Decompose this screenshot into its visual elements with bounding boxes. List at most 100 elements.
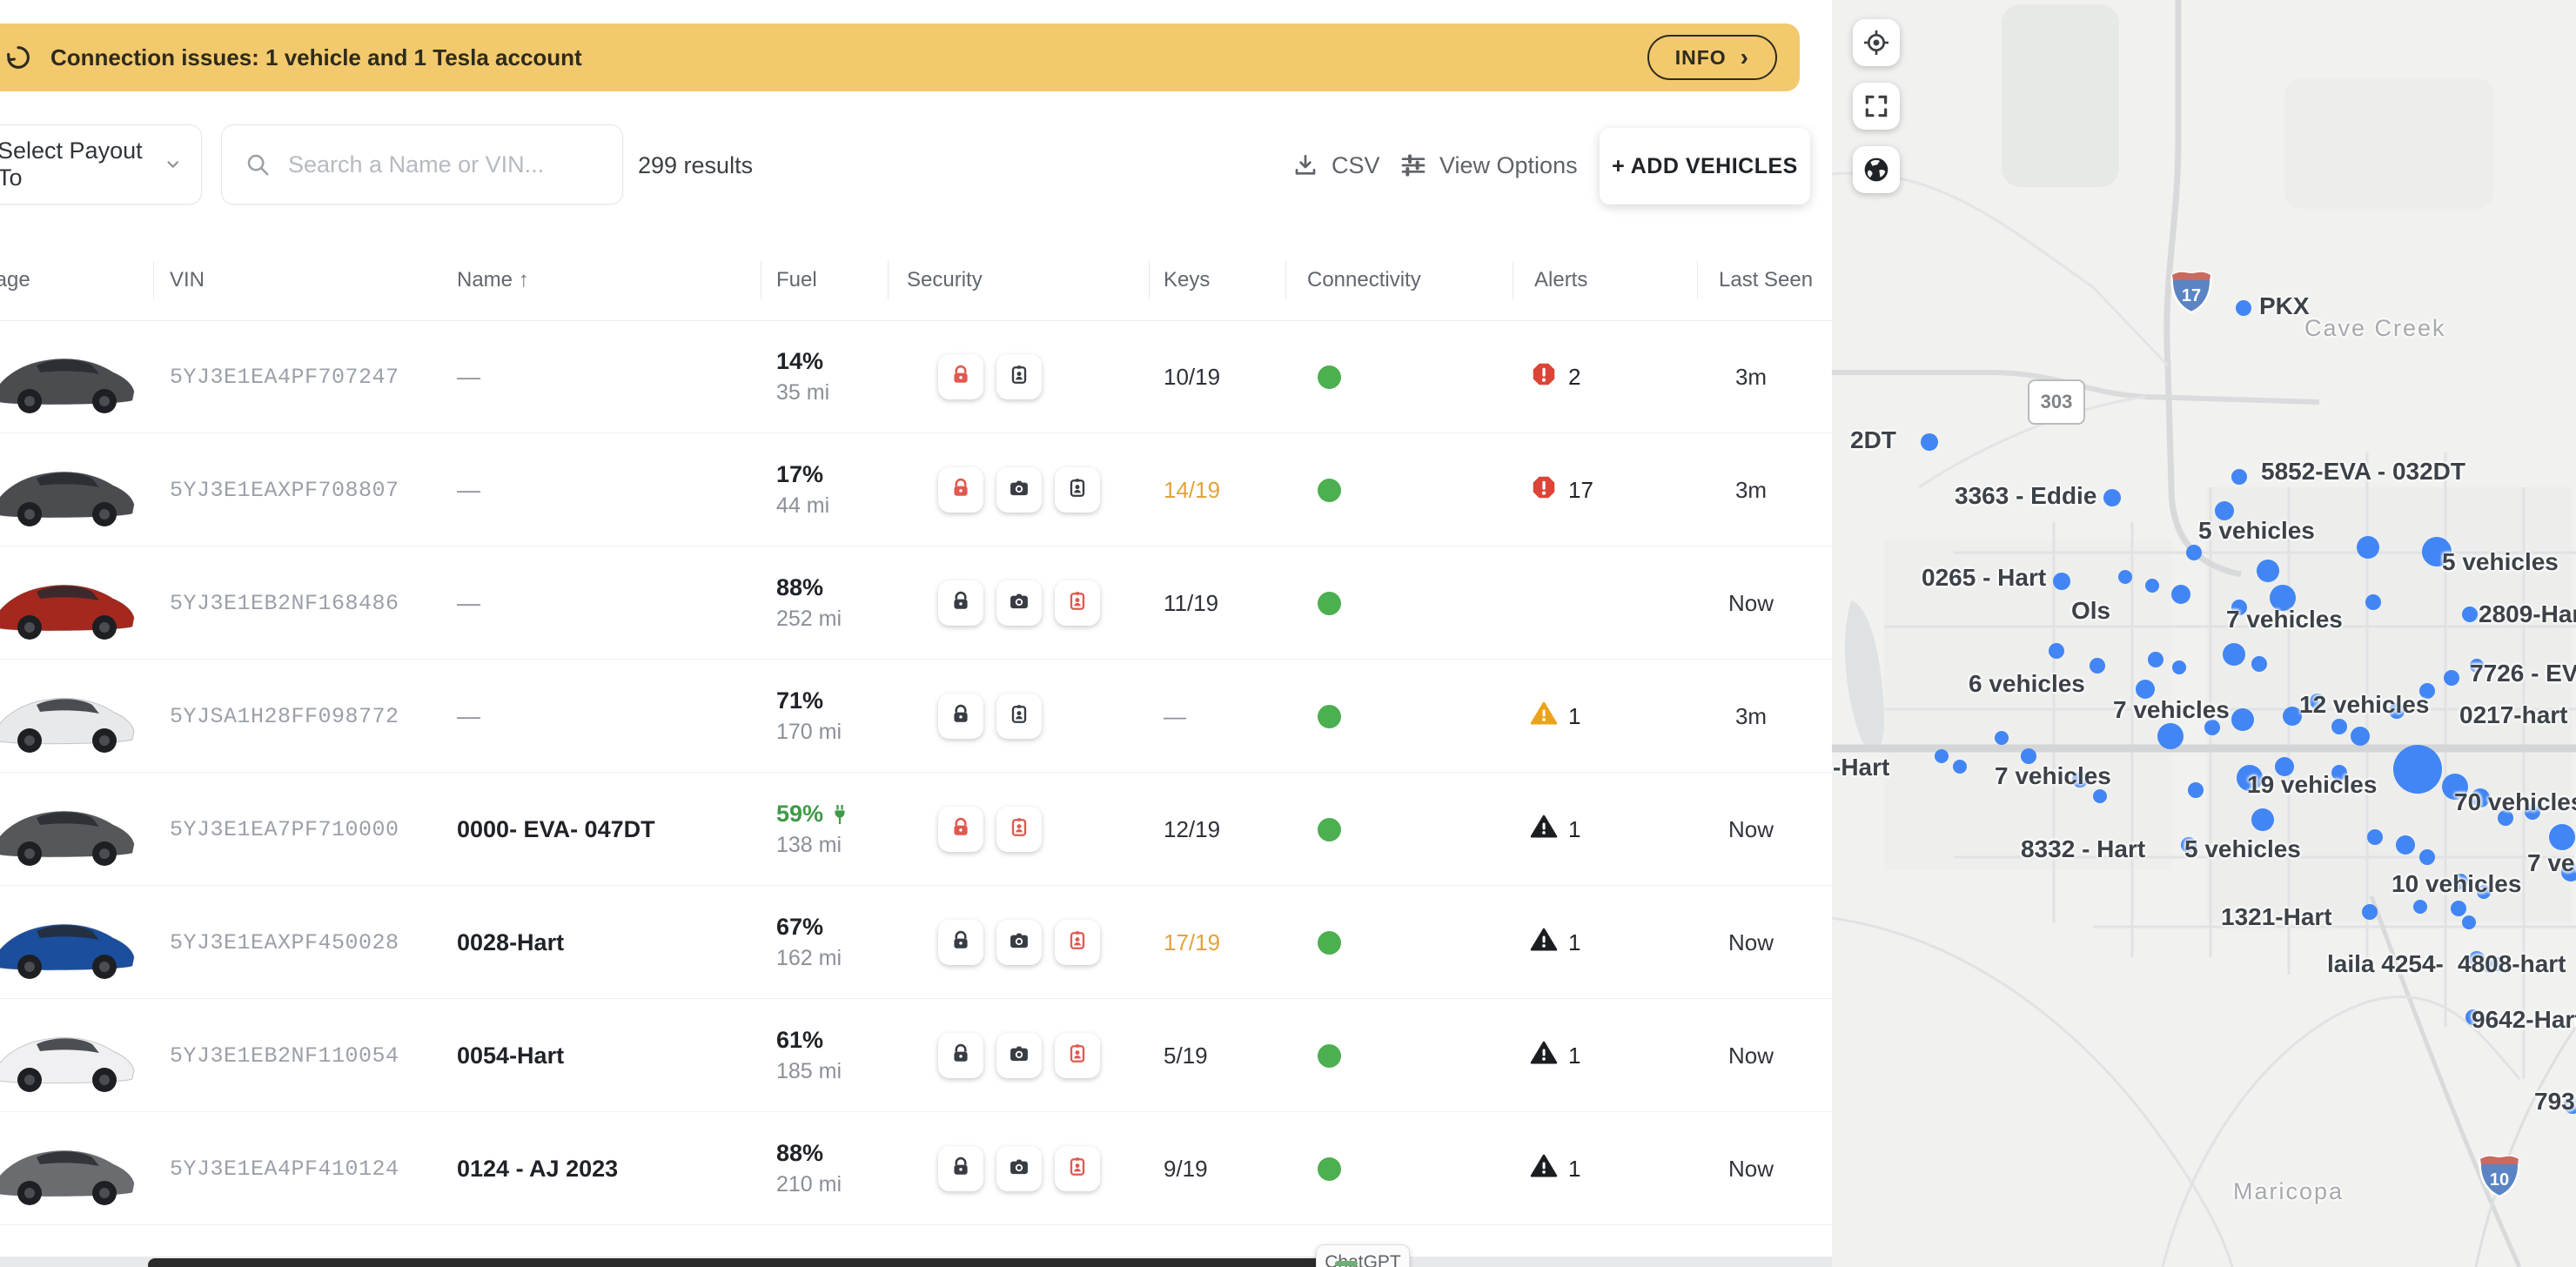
vehicle-thumbnail[interactable] [0, 320, 146, 433]
vehicle-location-dot[interactable] [2362, 904, 2378, 920]
table-row[interactable]: 5YJ3E1EAXPF450028 0028-Hart 67% 162 mi 1… [0, 886, 1832, 999]
vehicle-name[interactable]: 0054-Hart [457, 999, 564, 1112]
vehicle-location-dot[interactable] [2462, 607, 2478, 622]
vehicle-location-dot[interactable] [2223, 643, 2245, 666]
camera-dark-chip[interactable] [996, 1146, 1042, 1191]
vehicle-location-dot[interactable] [2148, 652, 2163, 667]
map-cluster-label[interactable]: 10 vehicles [2392, 870, 2521, 898]
map-vehicle-label[interactable]: 7930 [2534, 1088, 2576, 1116]
table-row[interactable]: 5YJSA1H28FF098772 — 71% 170 mi — 1 3m [0, 660, 1832, 773]
vehicle-location-dot[interactable] [2251, 656, 2267, 672]
map-vehicle-label[interactable]: laila 4254- [2327, 950, 2444, 978]
vehicle-location-dot[interactable] [2172, 660, 2186, 674]
vehicle-location-dot[interactable] [2351, 727, 2370, 746]
lock-dark-chip[interactable] [938, 694, 983, 739]
vehicle-location-dot[interactable] [2171, 585, 2190, 604]
map-cluster-label[interactable]: 5 vehicles [2198, 517, 2315, 545]
vehicle-location-dot[interactable] [2090, 658, 2105, 674]
vehicle-name[interactable]: — [457, 320, 480, 433]
table-row[interactable]: 5YJ3E1EB2NF110054 0054-Hart 61% 185 mi 5… [0, 999, 1832, 1112]
vehicle-location-dot[interactable] [1953, 760, 1967, 774]
map-vehicle-label[interactable]: 2809-Hart [2479, 600, 2576, 628]
map-panel[interactable]: PKXCave Creek2DT5852-EVA - 032DT3363 - E… [1832, 0, 2576, 1267]
keycard-dark-chip[interactable] [996, 354, 1042, 399]
vehicle-vin[interactable]: 5YJ3E1EB2NF168486 [170, 546, 399, 660]
vehicle-thumbnail[interactable] [0, 433, 146, 546]
column-last-seen[interactable]: Last Seen [1719, 268, 1813, 292]
horizontal-scrollbar[interactable] [148, 1258, 1345, 1267]
table-row[interactable]: 5YJ3E1EAXPF708807 — 17% 44 mi 14/19 17 3… [0, 433, 1832, 546]
search-box[interactable] [221, 124, 623, 204]
map-vehicle-label[interactable]: 8332 - Hart [2021, 835, 2145, 863]
vehicle-location-dot[interactable] [2549, 824, 2575, 850]
map-vehicle-label[interactable]: 1321-Hart [2221, 903, 2332, 931]
view-options-button[interactable]: View Options [1399, 122, 1578, 209]
vehicle-thumbnail[interactable] [0, 660, 146, 773]
column-keys[interactable]: Keys [1164, 268, 1210, 292]
vehicle-location-dot[interactable] [1935, 749, 1949, 763]
map-vehicle-label[interactable]: 4808-hart [2458, 950, 2566, 978]
map-cluster-label[interactable]: 5 vehicles [2184, 835, 2301, 863]
column-connectivity[interactable]: Connectivity [1307, 268, 1421, 292]
alerts-cell[interactable]: 2 [1530, 320, 1580, 433]
add-vehicles-button[interactable]: + ADD VEHICLES [1600, 128, 1810, 204]
camera-dark-chip[interactable] [996, 920, 1042, 965]
vehicle-name[interactable]: 0124 - AJ 2023 [457, 1112, 618, 1225]
alerts-cell[interactable]: 1 [1530, 886, 1580, 999]
vehicle-vin[interactable]: 5YJ3E1EAXPF708807 [170, 433, 399, 546]
keycard-dark-chip[interactable] [996, 694, 1042, 739]
alerts-cell[interactable]: 1 [1530, 773, 1580, 886]
keycard-red-chip[interactable] [1055, 1146, 1100, 1191]
alerts-cell[interactable]: 1 [1530, 999, 1580, 1112]
map-vehicle-label[interactable]: 5852-EVA - 032DT [2261, 458, 2465, 486]
column-name[interactable]: Name ↑ [457, 268, 529, 292]
column-alerts[interactable]: Alerts [1534, 268, 1587, 292]
vehicle-name[interactable]: — [457, 433, 480, 546]
vehicle-location-dot[interactable] [2186, 545, 2202, 560]
vehicle-location-dot[interactable] [2451, 901, 2466, 916]
keycard-red-chip[interactable] [1055, 580, 1100, 626]
alerts-cell[interactable]: 1 [1530, 660, 1580, 773]
vehicle-location-dot[interactable] [2393, 745, 2442, 794]
lock-red-chip[interactable] [938, 807, 983, 852]
vehicle-vin[interactable]: 5YJ3E1EA7PF710000 [170, 773, 399, 886]
map-cluster-label[interactable]: 7 vehicles [2527, 849, 2576, 877]
map-cluster-label[interactable]: 12 vehicles [2299, 691, 2429, 719]
camera-dark-chip[interactable] [996, 1033, 1042, 1078]
vehicle-location-dot[interactable] [2231, 469, 2247, 485]
vehicle-name[interactable]: 0000- EVA- 047DT [457, 773, 655, 886]
lock-dark-chip[interactable] [938, 920, 983, 965]
map-vehicle-label[interactable]: 2DT [1850, 426, 1896, 454]
lock-red-chip[interactable] [938, 354, 983, 399]
map-vehicle-label[interactable]: 0217-hart [2459, 701, 2568, 729]
column-vin[interactable]: VIN [170, 268, 205, 292]
map-cluster-label[interactable]: 7 vehicles [2226, 606, 2343, 634]
vehicle-location-dot[interactable] [2093, 789, 2107, 803]
column-fuel[interactable]: Fuel [776, 268, 817, 292]
fullscreen-button[interactable] [1853, 83, 1900, 130]
info-button[interactable]: INFO › [1647, 35, 1777, 80]
vehicle-location-dot[interactable] [2257, 560, 2279, 582]
vehicle-location-dot[interactable] [2462, 915, 2476, 929]
camera-dark-chip[interactable] [996, 467, 1042, 513]
vehicle-location-dot[interactable] [2365, 594, 2381, 610]
map-vehicle-label[interactable]: Ols [2071, 597, 2110, 625]
keycard-red-chip[interactable] [1055, 1033, 1100, 1078]
vehicle-location-dot[interactable] [2103, 489, 2121, 506]
vehicle-vin[interactable]: 5YJ3E1EA4PF410124 [170, 1112, 399, 1225]
map-cluster-label[interactable]: 19 vehicles [2247, 771, 2377, 799]
map-cluster-label[interactable]: 70 vehicles [2454, 788, 2576, 816]
vehicle-location-dot[interactable] [1921, 433, 1938, 451]
map-cluster-label[interactable]: 6 vehicles [1969, 670, 2085, 698]
map-cluster-label[interactable]: 7 vehicles [1995, 762, 2111, 790]
vehicle-name[interactable]: — [457, 660, 480, 773]
vehicle-location-dot[interactable] [2236, 300, 2251, 316]
vehicle-vin[interactable]: 5YJ3E1EAXPF450028 [170, 886, 399, 999]
alerts-cell[interactable]: 17 [1530, 433, 1593, 546]
lock-dark-chip[interactable] [938, 1033, 983, 1078]
vehicle-location-dot[interactable] [2367, 829, 2383, 845]
vehicle-location-dot[interactable] [2157, 723, 2184, 749]
camera-dark-chip[interactable] [996, 580, 1042, 626]
vehicle-thumbnail[interactable] [0, 886, 146, 999]
vehicle-location-dot[interactable] [2053, 573, 2070, 590]
